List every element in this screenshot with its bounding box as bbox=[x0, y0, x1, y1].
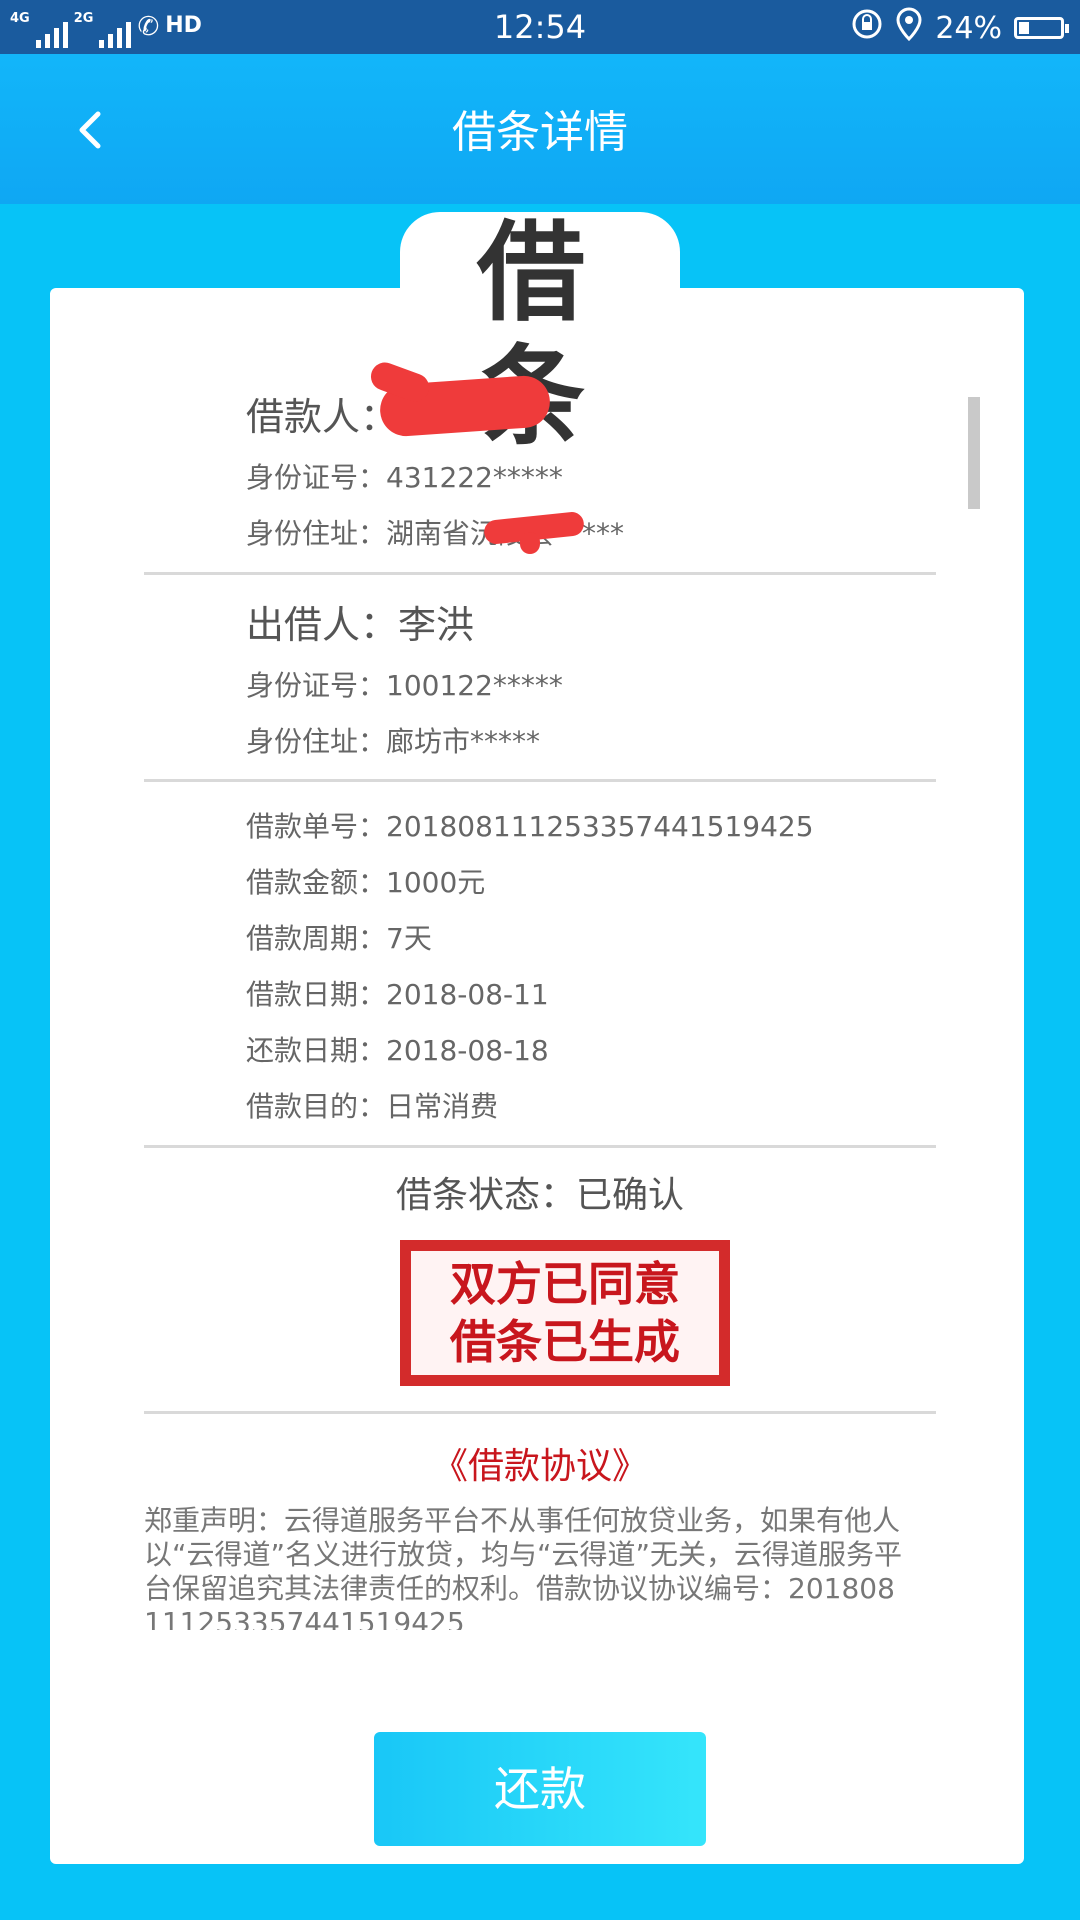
loan-purpose-row: 借款目的：日常消费 bbox=[246, 1085, 498, 1125]
lender-id-value: 100122***** bbox=[386, 669, 563, 702]
iou-status: 借条状态：已确认 bbox=[0, 1166, 1080, 1218]
disclaimer-text: 郑重声明：云得道服务平台不从事任何放贷业务，如果有他人以“云得道”名义进行放贷，… bbox=[144, 1504, 903, 1630]
battery-icon bbox=[1014, 17, 1069, 39]
status-right: 24% bbox=[851, 7, 1069, 49]
divider bbox=[144, 1145, 936, 1148]
battery-percent: 24% bbox=[935, 10, 1002, 46]
loan-agreement-link[interactable]: 《借款协议》 bbox=[0, 1437, 1080, 1489]
lender-address-label: 身份住址： bbox=[246, 725, 387, 758]
lender-name-label: 出借人： bbox=[246, 603, 399, 647]
iou-status-value: 已确认 bbox=[576, 1175, 685, 1216]
loan-amount-value: 1000元 bbox=[386, 866, 486, 899]
lender-id-row: 身份证号：100122***** bbox=[246, 664, 563, 704]
loan-date-value: 2018-08-11 bbox=[386, 978, 549, 1011]
status-bar: 4G 2G ✆ HD 12:54 24% bbox=[0, 0, 1080, 54]
repay-button[interactable]: 还款 bbox=[374, 1732, 706, 1846]
iou-title-badge: 借 条 bbox=[400, 212, 680, 460]
stamp-line-2: 借条已生成 bbox=[450, 1315, 680, 1369]
lender-id-label: 身份证号： bbox=[246, 669, 387, 702]
borrower-name-row: 借款人： bbox=[246, 386, 398, 441]
loan-date-row: 借款日期：2018-08-11 bbox=[246, 973, 549, 1013]
borrower-address-label: 身份住址： bbox=[246, 517, 387, 550]
lender-address-value: 廊坊市***** bbox=[386, 725, 541, 758]
page-title: 借条详情 bbox=[452, 107, 628, 158]
loan-period-label: 借款周期： bbox=[246, 922, 387, 955]
loan-purpose-label: 借款目的： bbox=[246, 1090, 387, 1123]
repay-date-label: 还款日期： bbox=[246, 1034, 387, 1067]
borrower-id-row: 身份证号：431222***** bbox=[246, 456, 563, 496]
divider bbox=[144, 1411, 936, 1414]
confirmed-stamp: 双方已同意 借条已生成 bbox=[400, 1240, 730, 1386]
borrower-id-label: 身份证号： bbox=[246, 461, 387, 494]
lender-name-row: 出借人：李洪 bbox=[246, 594, 474, 649]
lender-name-value: 李洪 bbox=[398, 603, 475, 647]
redaction-mark bbox=[520, 532, 540, 554]
loan-number-row: 借款单号：20180811125335744151942​5 bbox=[246, 805, 814, 845]
borrower-name-label: 借款人： bbox=[246, 395, 399, 439]
loan-number-label: 借款单号： bbox=[246, 810, 387, 843]
repay-date-row: 还款日期：2018-08-18 bbox=[246, 1029, 549, 1069]
loan-period-row: 借款周期：7天 bbox=[246, 917, 432, 957]
loan-number-value: 20180811125335744151942​5 bbox=[386, 810, 814, 843]
loan-amount-row: 借款金额：1000元 bbox=[246, 861, 485, 901]
borrower-id-value: 431222***** bbox=[386, 461, 563, 494]
repay-date-value: 2018-08-18 bbox=[386, 1034, 549, 1067]
loan-amount-label: 借款金额： bbox=[246, 866, 387, 899]
stamp-line-1: 双方已同意 bbox=[450, 1257, 680, 1311]
loan-period-value: 7天 bbox=[386, 922, 432, 955]
divider bbox=[144, 779, 936, 782]
battery-fill bbox=[1019, 22, 1029, 34]
loan-date-label: 借款日期： bbox=[246, 978, 387, 1011]
scrollbar[interactable] bbox=[968, 397, 980, 509]
lender-address-row: 身份住址：廊坊市***** bbox=[246, 720, 540, 760]
location-icon bbox=[895, 7, 923, 49]
divider bbox=[144, 572, 936, 575]
iou-status-label: 借条状态： bbox=[395, 1175, 576, 1216]
loan-purpose-value: 日常消费 bbox=[386, 1090, 499, 1123]
rotation-lock-icon bbox=[851, 8, 883, 48]
app-header: 借条详情 bbox=[0, 54, 1080, 204]
